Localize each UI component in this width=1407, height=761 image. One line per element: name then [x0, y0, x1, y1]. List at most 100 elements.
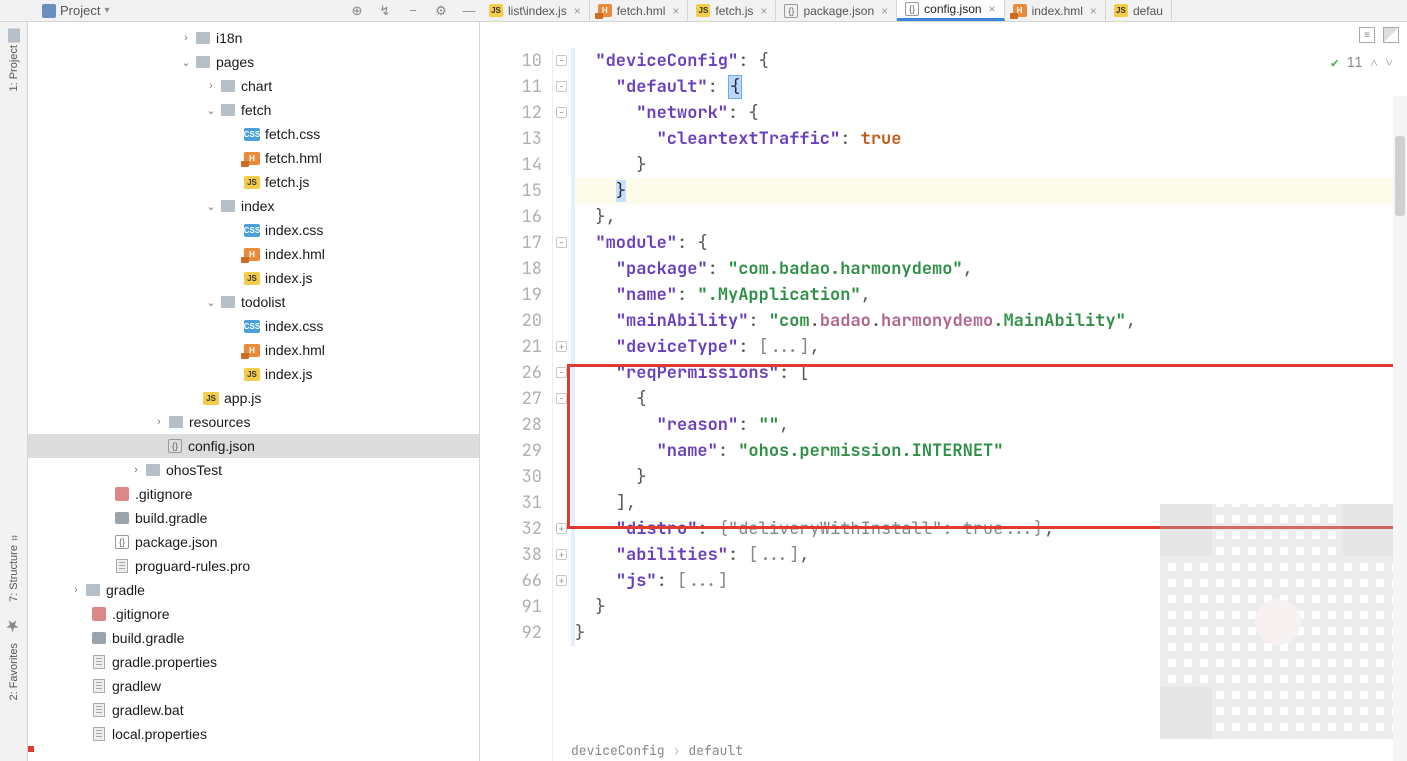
tree-file-config-json[interactable]: {}config.json — [28, 434, 479, 458]
editor-tab[interactable]: {}package.json× — [776, 0, 897, 21]
tree-folder-chart[interactable]: ›chart — [28, 74, 479, 98]
star-icon: ★ — [5, 617, 22, 636]
js-icon: JS — [244, 272, 260, 285]
close-icon[interactable]: × — [989, 2, 996, 16]
tree-file[interactable]: JSindex.js — [28, 266, 479, 290]
fold-icon[interactable]: + — [556, 575, 567, 586]
tree-file[interactable]: .gitignore — [28, 602, 479, 626]
json-icon: {} — [168, 439, 182, 453]
code-editor[interactable]: ✔11 ˄ ˅ 10 11 12 13 14 15 16 17 18 19 20… — [481, 48, 1407, 761]
close-icon[interactable]: × — [1090, 4, 1097, 18]
tree-folder-resources[interactable]: ›resources — [28, 410, 479, 434]
tree-file[interactable]: CSSfetch.css — [28, 122, 479, 146]
tree-folder-index[interactable]: ⌄index — [28, 194, 479, 218]
tree-file[interactable]: build.gradle — [28, 506, 479, 530]
tree-file[interactable]: proguard-rules.pro — [28, 554, 479, 578]
fold-icon[interactable]: − — [556, 55, 567, 66]
fold-icon[interactable]: − — [556, 237, 567, 248]
fold-gutter: − − − − + − − + + + — [553, 48, 571, 761]
tree-folder-todolist[interactable]: ⌄todolist — [28, 290, 479, 314]
fold-icon[interactable]: − — [556, 107, 567, 118]
tree-folder-pages[interactable]: ⌄pages — [28, 50, 479, 74]
list-view-icon[interactable]: ≡ — [1359, 27, 1375, 43]
gradle-icon — [115, 512, 129, 524]
fold-icon[interactable]: + — [556, 341, 567, 352]
hml-icon: H — [244, 152, 260, 165]
tree-file[interactable]: gradlew.bat — [28, 698, 479, 722]
folder-icon — [8, 29, 20, 43]
js-icon: JS — [696, 4, 710, 17]
editor-tab[interactable]: JSfetch.js× — [688, 0, 776, 21]
collapse-icon[interactable]: − — [406, 4, 420, 18]
close-icon[interactable]: × — [881, 4, 888, 18]
sync-icon[interactable]: ↯ — [378, 4, 392, 18]
js-icon: JS — [244, 368, 260, 381]
project-selector[interactable]: Project ▾ — [42, 3, 110, 18]
tab-project[interactable]: 1: Project — [5, 24, 23, 98]
tree-file[interactable]: gradle.properties — [28, 650, 479, 674]
folder-icon — [196, 56, 210, 68]
gear-icon[interactable]: ⚙ — [434, 4, 448, 18]
tree-file[interactable]: build.gradle — [28, 626, 479, 650]
editor-tab[interactable]: Hindex.hml× — [1005, 0, 1106, 21]
tree-file[interactable]: Hindex.hml — [28, 242, 479, 266]
js-icon: JS — [244, 176, 260, 189]
gitignore-icon — [92, 607, 106, 621]
tree-file[interactable]: .gitignore — [28, 482, 479, 506]
editor-tab[interactable]: JSlist\index.js× — [481, 0, 590, 21]
tree-file[interactable]: {}package.json — [28, 530, 479, 554]
tree-file[interactable]: CSSindex.css — [28, 314, 479, 338]
fold-icon[interactable]: − — [556, 367, 567, 378]
fold-icon[interactable]: − — [556, 393, 567, 404]
preview-icon[interactable] — [1383, 27, 1399, 43]
close-icon[interactable]: × — [672, 4, 679, 18]
hml-icon: H — [244, 248, 260, 261]
fold-icon[interactable]: + — [556, 523, 567, 534]
tree-file[interactable]: local.properties — [28, 722, 479, 746]
folder-icon — [221, 200, 235, 212]
gitignore-icon — [115, 487, 129, 501]
editor-tab[interactable]: Hfetch.hml× — [590, 0, 689, 21]
js-icon: JS — [489, 4, 503, 17]
tree-file[interactable]: Hfetch.hml — [28, 146, 479, 170]
editor-tab[interactable]: JSdefau — [1106, 0, 1172, 21]
scrollbar-thumb[interactable] — [1395, 136, 1405, 216]
left-tool-strip: 1: Project 7: Structure ⌗ 2: Favorites ★ — [0, 22, 28, 761]
line-number-gutter: 10 11 12 13 14 15 16 17 18 19 20 21 26 2… — [481, 48, 553, 761]
toolbar-mid-icons: ⊕ ↯ − ⚙ — — [350, 4, 476, 18]
hml-icon: H — [1013, 4, 1027, 17]
tree-file[interactable]: JSfetch.js — [28, 170, 479, 194]
tree-file[interactable]: gradlew — [28, 674, 479, 698]
tree-folder-gradle[interactable]: ›gradle — [28, 578, 479, 602]
breadcrumb[interactable]: deviceConfig›default — [571, 739, 743, 761]
fold-icon[interactable]: + — [556, 549, 567, 560]
css-icon: CSS — [244, 320, 260, 333]
hide-icon[interactable]: — — [462, 4, 476, 18]
tree-folder-ohostest[interactable]: ›ohosTest — [28, 458, 479, 482]
tree-file[interactable]: JSapp.js — [28, 386, 479, 410]
tab-structure[interactable]: 7: Structure ⌗ — [6, 525, 22, 608]
close-icon[interactable]: × — [574, 4, 581, 18]
target-icon[interactable]: ⊕ — [350, 4, 364, 18]
fold-icon[interactable]: − — [556, 81, 567, 92]
hml-icon: H — [598, 4, 612, 17]
tree-file[interactable]: JSindex.js — [28, 362, 479, 386]
project-icon — [42, 4, 56, 18]
hml-icon: H — [244, 344, 260, 357]
css-icon: CSS — [244, 128, 260, 141]
tree-folder-i18n[interactable]: ›i18n — [28, 26, 479, 50]
tree-file[interactable]: CSSindex.css — [28, 218, 479, 242]
qr-watermark — [1160, 504, 1395, 739]
folder-icon — [221, 80, 235, 92]
gradle-icon — [92, 632, 106, 644]
tab-favorites[interactable]: 2: Favorites ★ — [2, 611, 25, 707]
close-icon[interactable]: × — [760, 4, 767, 18]
json-icon: {} — [784, 4, 798, 18]
tree-folder-fetch[interactable]: ⌄fetch — [28, 98, 479, 122]
vertical-scrollbar[interactable] — [1393, 96, 1407, 761]
project-tree[interactable]: ›i18n ⌄pages ›chart ⌄fetch CSSfetch.css … — [28, 22, 479, 746]
folder-icon — [196, 32, 210, 44]
editor-tab-active[interactable]: {}config.json× — [897, 0, 1004, 21]
tree-file[interactable]: Hindex.hml — [28, 338, 479, 362]
js-icon: JS — [1114, 4, 1128, 17]
